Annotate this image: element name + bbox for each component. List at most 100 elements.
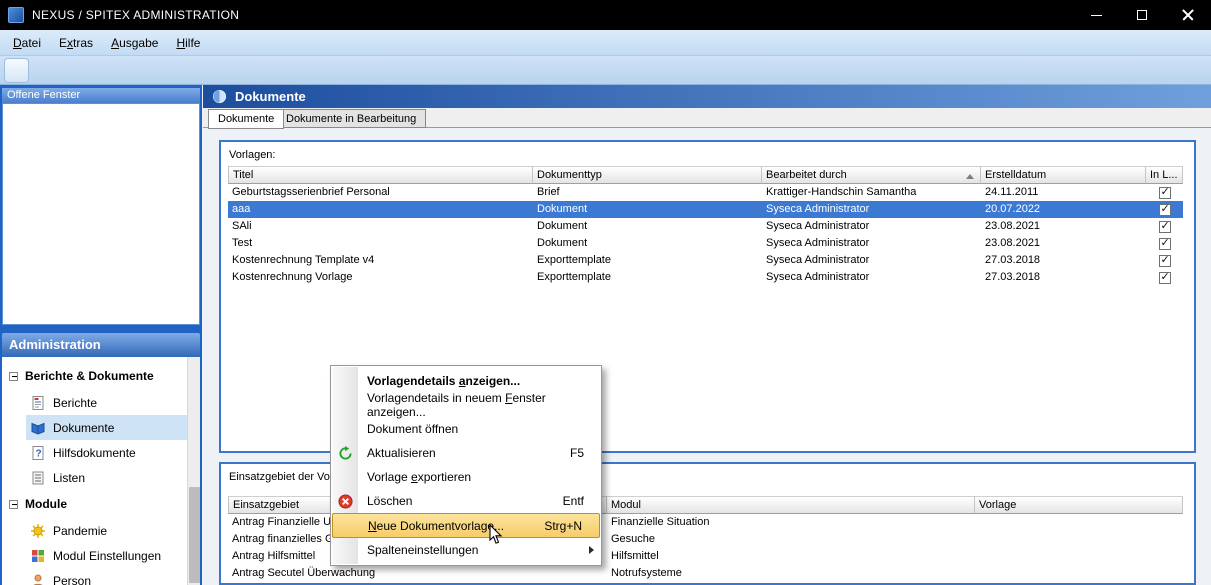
sidebar-item-berichte[interactable]: Berichte: [26, 390, 187, 415]
menu-item-neue-dokumentvorlage[interactable]: Neue Dokumentvorlage... Strg+N: [332, 513, 600, 538]
cell-bearbeitet-durch: Syseca Administrator: [762, 201, 981, 218]
sidebar-item-label: Pandemie: [53, 524, 107, 538]
close-button[interactable]: [1165, 0, 1211, 30]
menu-item-label: Dokument öffnen: [367, 422, 458, 436]
help-document-icon: ?: [30, 445, 46, 461]
vorlagen-table-header: Titel Dokumenttyp Bearbeitet durch Erste…: [228, 166, 1183, 184]
tab-dokumente[interactable]: Dokumente: [208, 109, 284, 129]
cell-titel: SAli: [228, 218, 533, 235]
table-row[interactable]: Test Dokument Syseca Administrator 23.08…: [228, 235, 1183, 252]
scrollbar-thumb[interactable]: [189, 487, 200, 583]
sidebar-item-label: Modul Einstellungen: [53, 549, 161, 563]
column-header-modul[interactable]: Modul: [607, 496, 975, 514]
menu-hilfe[interactable]: Hilfe: [167, 30, 209, 56]
cell-bearbeitet-durch: Krattiger-Handschin Samantha: [762, 184, 981, 201]
menu-item-aktualisieren[interactable]: Aktualisieren F5: [331, 441, 601, 465]
tree-group-label: Module: [25, 497, 67, 511]
vorlagen-label: Vorlagen:: [229, 149, 275, 161]
cell-in-liste: [1146, 201, 1183, 218]
maximize-button[interactable]: [1119, 0, 1165, 30]
sidebar-item-listen[interactable]: Listen: [26, 465, 187, 490]
column-header-titel[interactable]: Titel: [228, 166, 533, 184]
menu-item-label: Neue Dokumentvorlage...: [368, 519, 504, 533]
in-liste-checkbox[interactable]: [1159, 255, 1171, 267]
svg-text:?: ?: [36, 448, 42, 459]
cell-dokumenttyp: Dokument: [533, 201, 762, 218]
in-liste-checkbox[interactable]: [1159, 187, 1171, 199]
in-liste-checkbox[interactable]: [1159, 204, 1171, 216]
table-row[interactable]: Antrag Secutel Überwachung Notrufsysteme: [228, 565, 1183, 582]
mouse-cursor: [489, 524, 503, 545]
list-icon: [30, 470, 46, 486]
in-liste-checkbox[interactable]: [1159, 272, 1171, 284]
cell-in-liste: [1146, 252, 1183, 269]
table-row[interactable]: Kostenrechnung Vorlage Exporttemplate Sy…: [228, 269, 1183, 286]
cell-erstelldatum: 20.07.2022: [981, 201, 1146, 218]
tree-group-berichte-dokumente[interactable]: Berichte & Dokumente: [2, 362, 187, 390]
menu-datei[interactable]: Datei: [4, 30, 50, 56]
sidebar-item-hilfsdokumente[interactable]: ? Hilfsdokumente: [26, 440, 187, 465]
maximize-icon: [1137, 10, 1147, 20]
menu-ausgabe[interactable]: Ausgabe: [102, 30, 167, 56]
tree-group-label: Berichte & Dokumente: [25, 369, 154, 383]
collapse-icon[interactable]: [9, 500, 18, 509]
sidebar-item-modul-einstellungen[interactable]: Modul Einstellungen: [26, 543, 187, 568]
menu-item-loeschen[interactable]: Löschen Entf: [331, 489, 601, 513]
refresh-icon: [337, 445, 353, 461]
table-row[interactable]: Geburtstagsserienbrief Personal Brief Kr…: [228, 184, 1183, 201]
sidebar-item-label: Person: [53, 574, 91, 585]
menu-item-dokument-oeffnen[interactable]: Dokument öffnen: [331, 417, 601, 441]
cell-erstelldatum: 23.08.2021: [981, 218, 1146, 235]
table-row[interactable]: SAli Dokument Syseca Administrator 23.08…: [228, 218, 1183, 235]
page-title: Dokumente: [235, 89, 306, 104]
in-liste-checkbox[interactable]: [1159, 221, 1171, 233]
column-header-dokumenttyp[interactable]: Dokumenttyp: [533, 166, 762, 184]
cell-erstelldatum: 27.03.2018: [981, 252, 1146, 269]
cell-modul: Finanzielle Situation: [607, 514, 975, 531]
column-header-vorlage[interactable]: Vorlage: [975, 496, 1183, 514]
cell-titel: aaa: [228, 201, 533, 218]
cell-in-liste: [1146, 269, 1183, 286]
menu-item-vorlagendetails-neues-fenster[interactable]: Vorlagendetails in neuem Fenster anzeige…: [331, 393, 601, 417]
cell-titel: Geburtstagsserienbrief Personal: [228, 184, 533, 201]
menu-shortcut: Strg+N: [544, 519, 582, 533]
cell-dokumenttyp: Exporttemplate: [533, 252, 762, 269]
cell-erstelldatum: 27.03.2018: [981, 269, 1146, 286]
close-icon: [1182, 9, 1194, 21]
window-title: NEXUS / SPITEX ADMINISTRATION: [32, 8, 239, 22]
column-header-erstelldatum[interactable]: Erstelldatum: [981, 166, 1146, 184]
tabstrip: Dokumente Dokumente in Bearbeitung: [203, 108, 1211, 128]
cell-in-liste: [1146, 235, 1183, 252]
toolbar-button[interactable]: [4, 58, 29, 83]
sidebar-item-label: Berichte: [53, 396, 97, 410]
sidebar-item-pandemie[interactable]: Pandemie: [26, 518, 187, 543]
einsatzgebiet-label: Einsatzgebiet der Vo: [229, 471, 330, 483]
table-row-selected[interactable]: aaa Dokument Syseca Administrator 20.07.…: [228, 201, 1183, 218]
cell-modul: Notrufsysteme: [607, 565, 975, 582]
sidebar-item-dokumente[interactable]: Dokumente: [26, 415, 187, 440]
tree-group-module[interactable]: Module: [2, 490, 187, 518]
column-header-bearbeitet-durch[interactable]: Bearbeitet durch: [762, 166, 981, 184]
column-header-in-liste[interactable]: In L...: [1146, 166, 1183, 184]
cell-einsatzgebiet: Antrag Secutel Überwachung: [228, 565, 430, 582]
menu-item-vorlage-exportieren[interactable]: Vorlage exportieren: [331, 465, 601, 489]
sidebar-item-person[interactable]: Person: [26, 568, 187, 585]
menu-label: Extras: [59, 36, 93, 50]
tab-dokumente-in-bearbeitung[interactable]: Dokumente in Bearbeitung: [276, 109, 426, 128]
minimize-button[interactable]: [1073, 0, 1119, 30]
menu-extras[interactable]: Extras: [50, 30, 102, 56]
table-row[interactable]: Kostenrechnung Template v4 Exporttemplat…: [228, 252, 1183, 269]
in-liste-checkbox[interactable]: [1159, 238, 1171, 250]
menu-item-spalteneinstellungen[interactable]: Spalteneinstellungen: [331, 538, 601, 562]
collapse-icon[interactable]: [9, 372, 18, 381]
delete-icon: [337, 493, 353, 509]
navigation-tree: Berichte & Dokumente Berichte Dokumente …: [2, 357, 200, 585]
menu-label: Datei: [13, 36, 41, 50]
sidebar: Offene Fenster Administration Berichte &…: [0, 85, 202, 585]
menu-shortcut: Entf: [563, 494, 584, 508]
open-windows-list: [2, 103, 200, 325]
menu-shortcut: F5: [570, 446, 584, 460]
sort-ascending-icon: [966, 174, 974, 179]
tree-scrollbar[interactable]: [187, 357, 200, 585]
menu-item-vorlagendetails-anzeigen[interactable]: Vorlagendetails anzeigen...: [331, 369, 601, 393]
